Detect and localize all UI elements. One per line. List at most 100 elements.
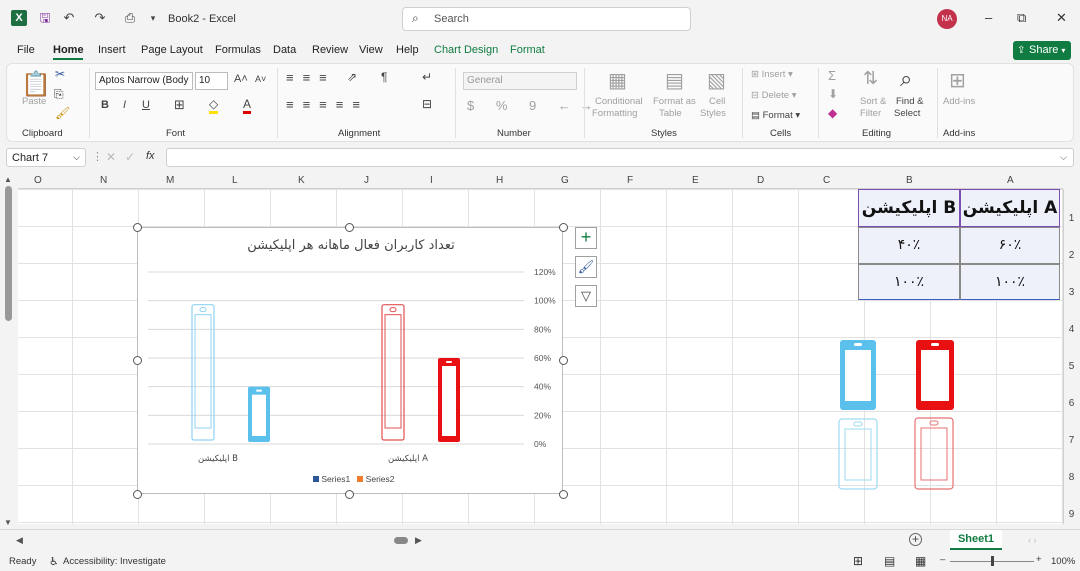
- tab-home[interactable]: Home: [53, 44, 84, 56]
- bold-button[interactable]: B: [101, 99, 109, 111]
- legend[interactable]: Series1 Series2: [313, 474, 395, 484]
- column-header[interactable]: E: [692, 175, 699, 186]
- row-header[interactable]: 7: [1063, 435, 1080, 446]
- sort-label[interactable]: Sort &: [860, 96, 886, 107]
- cell-a3[interactable]: ۱۰۰٪: [960, 264, 1060, 300]
- enter-icon[interactable]: ✓: [125, 150, 135, 164]
- format-button[interactable]: ▤ Format ▾: [751, 110, 800, 121]
- orientation-icon[interactable]: ⇗: [347, 70, 357, 84]
- tab-chart-design[interactable]: Chart Design: [434, 44, 498, 56]
- addins-button[interactable]: Add-ins: [943, 96, 975, 107]
- cell-b2[interactable]: ۴۰٪: [858, 227, 960, 264]
- number-format-select[interactable]: General: [463, 72, 577, 90]
- column-header[interactable]: K: [298, 175, 305, 186]
- zoom-level[interactable]: 100%: [1051, 556, 1075, 567]
- chart-elements-button[interactable]: +: [575, 227, 597, 249]
- zoom-in-icon[interactable]: +: [1036, 554, 1042, 565]
- find-select-icon[interactable]: ⌕: [900, 66, 912, 92]
- search-input[interactable]: ⌕ Search: [402, 7, 691, 31]
- resize-handle[interactable]: [559, 490, 568, 499]
- tab-sheet1[interactable]: Sheet1: [950, 530, 1002, 550]
- accessibility-icon[interactable]: ♿: [49, 555, 59, 568]
- resize-handle[interactable]: [559, 356, 568, 365]
- row-header[interactable]: 3: [1063, 287, 1080, 298]
- row-header[interactable]: 6: [1063, 398, 1080, 409]
- cell-a2[interactable]: ۶۰٪: [960, 227, 1060, 264]
- horizontal-align-icons[interactable]: ≡≡≡≡≡: [286, 97, 369, 112]
- phone-pictures[interactable]: [838, 338, 958, 492]
- tab-page-layout[interactable]: Page Layout: [141, 44, 203, 56]
- column-header[interactable]: C: [823, 175, 830, 186]
- row-header[interactable]: 1: [1063, 213, 1080, 224]
- phone-icon[interactable]: [840, 340, 876, 410]
- name-box[interactable]: Chart 7 ⌵: [6, 148, 86, 167]
- format-as-table-icon[interactable]: ▤: [665, 68, 684, 93]
- filter-label[interactable]: Filter: [860, 108, 881, 119]
- qat-chevron-icon[interactable]: ▾: [145, 10, 161, 26]
- undo-icon[interactable]: ↶: [61, 10, 77, 26]
- row-header[interactable]: 5: [1063, 361, 1080, 372]
- column-header[interactable]: L: [232, 175, 238, 186]
- scroll-right-icon[interactable]: ▶: [415, 535, 422, 546]
- chart-plot[interactable]: 0% 20% 40% 60% 80% 100% 120% اپلیکیشن A اپلیکیشن…: [138, 228, 564, 495]
- resize-handle[interactable]: [133, 223, 142, 232]
- insert-function-icon[interactable]: fx: [146, 150, 155, 162]
- row-header[interactable]: 2: [1063, 250, 1080, 261]
- formatting-label[interactable]: Formatting: [592, 108, 637, 119]
- formula-input[interactable]: ⌵: [166, 148, 1074, 167]
- fill-icon[interactable]: ⬇: [828, 87, 838, 101]
- column-header[interactable]: N: [100, 175, 107, 186]
- format-as-label[interactable]: Format as: [653, 96, 696, 107]
- styles-label[interactable]: Styles: [700, 108, 726, 119]
- chart-area[interactable]: تعداد کاربران فعال ماهانه هر اپلیکیشن 0%…: [137, 227, 563, 494]
- redo-icon[interactable]: ↷: [92, 10, 108, 26]
- share-button[interactable]: ⇪ Share ▾: [1013, 41, 1071, 60]
- scroll-up-icon[interactable]: ▲: [4, 175, 12, 184]
- cancel-icon[interactable]: ✕: [106, 150, 116, 164]
- page-layout-view-icon[interactable]: ▤: [884, 554, 895, 568]
- tab-file[interactable]: File: [17, 44, 35, 56]
- resize-handle[interactable]: [345, 223, 354, 232]
- copy-icon[interactable]: ⎘: [54, 87, 64, 102]
- cell-b3[interactable]: ۱۰۰٪: [858, 264, 960, 300]
- column-header[interactable]: H: [496, 175, 503, 186]
- avatar[interactable]: NA: [937, 9, 957, 29]
- phone-icon[interactable]: [916, 340, 954, 410]
- save-icon[interactable]: 🖫: [37, 10, 53, 26]
- normal-view-icon[interactable]: ⊞: [853, 554, 863, 568]
- conditional-label[interactable]: Conditional: [595, 96, 643, 107]
- scroll-down-icon[interactable]: ▼: [4, 518, 12, 527]
- number-format-icons[interactable]: $ % 9 ←→: [467, 98, 602, 113]
- column-header[interactable]: F: [627, 175, 633, 186]
- increase-font-icon[interactable]: A˄: [234, 73, 248, 85]
- minimize-icon[interactable]: –: [985, 10, 992, 25]
- column-header[interactable]: B: [906, 175, 913, 186]
- paste-icon[interactable]: 📋: [21, 70, 51, 99]
- format-painter-icon[interactable]: 🖌: [55, 106, 70, 120]
- tab-help[interactable]: Help: [396, 44, 419, 56]
- scroll-left-icon[interactable]: ◀: [16, 535, 23, 546]
- column-header[interactable]: I: [430, 175, 433, 186]
- wrap-text-icon[interactable]: ↵: [422, 70, 432, 84]
- cell-b1[interactable]: اپلیکیشن B: [858, 189, 960, 227]
- zoom-out-icon[interactable]: –: [940, 554, 945, 565]
- cell-styles-icon[interactable]: ▧: [707, 68, 726, 93]
- borders-icon[interactable]: ⊞: [174, 97, 185, 113]
- accessibility-status[interactable]: Accessibility: Investigate: [63, 556, 166, 567]
- paste-button[interactable]: Paste: [22, 96, 46, 107]
- column-header[interactable]: J: [364, 175, 369, 186]
- insert-button[interactable]: ⊞ Insert ▾: [751, 69, 793, 80]
- tab-insert[interactable]: Insert: [98, 44, 126, 56]
- sheet-nav-icon[interactable]: ‹ ›: [1028, 535, 1037, 545]
- chart-filter-icon[interactable]: ▽: [575, 285, 597, 307]
- select-label[interactable]: Select: [894, 108, 920, 119]
- column-header[interactable]: O: [34, 175, 42, 186]
- column-header[interactable]: D: [757, 175, 764, 186]
- decrease-font-icon[interactable]: A˅: [255, 74, 266, 84]
- conditional-formatting-icon[interactable]: ▦: [608, 68, 627, 93]
- table-label[interactable]: Table: [659, 108, 682, 119]
- row-header[interactable]: 9: [1063, 509, 1080, 520]
- tab-view[interactable]: View: [359, 44, 383, 56]
- resize-handle[interactable]: [133, 490, 142, 499]
- autosum-icon[interactable]: Σ: [828, 68, 836, 83]
